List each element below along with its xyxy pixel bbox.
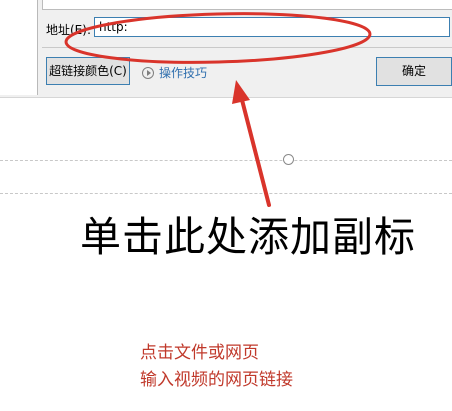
ok-button[interactable]: 确定 xyxy=(376,57,452,86)
hyperlink-dialog: 地址(E): http: 超链接颜色(C) 操作技巧 确定 xyxy=(0,0,452,98)
annotation-line-2: 输入视频的网页链接 xyxy=(140,370,293,390)
file-list-box[interactable] xyxy=(42,0,452,10)
tips-link[interactable]: 操作技巧 xyxy=(142,64,207,81)
arrow-shaft xyxy=(239,94,271,207)
subtitle-placeholder[interactable]: 单击此处添加副标 xyxy=(80,203,416,263)
rotate-handle[interactable] xyxy=(283,154,294,165)
placeholder-border-top xyxy=(0,160,452,161)
address-input[interactable]: http: xyxy=(94,17,450,37)
link-to-pane[interactable] xyxy=(0,0,38,95)
tips-label: 操作技巧 xyxy=(159,66,208,80)
hyperlink-color-button[interactable]: 超链接颜色(C) xyxy=(46,57,130,85)
divider xyxy=(42,47,452,48)
play-icon xyxy=(142,66,154,79)
placeholder-border-mid xyxy=(0,193,452,194)
address-label: 地址(E): xyxy=(46,23,91,37)
annotation-line-1: 点击文件或网页 xyxy=(140,343,259,363)
